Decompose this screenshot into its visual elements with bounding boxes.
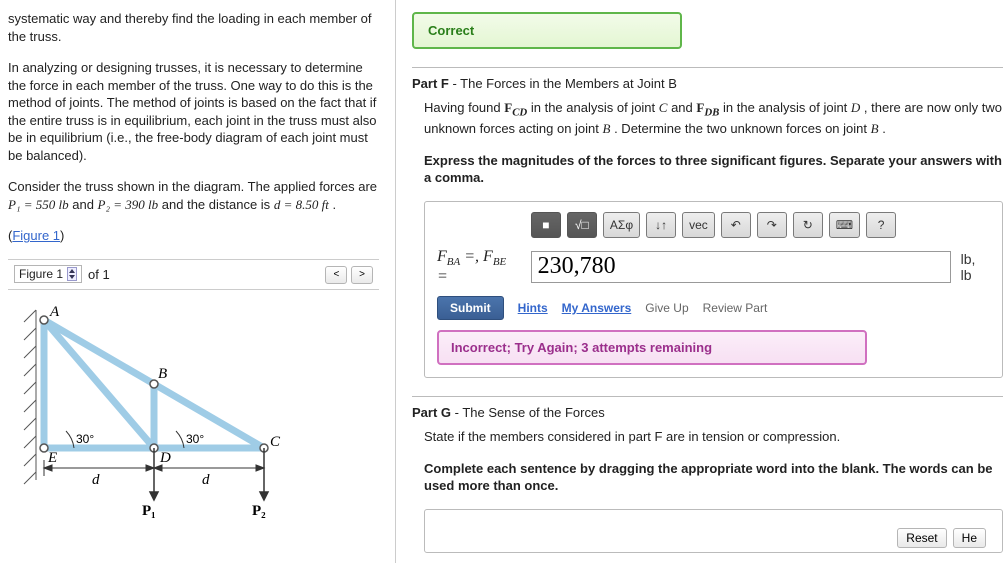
stepper-icon: [67, 267, 77, 281]
review-link[interactable]: Review Part: [703, 301, 768, 315]
pf-m5: . Determine the two unknown forces on jo…: [614, 121, 871, 136]
undo-button[interactable]: ↶: [721, 212, 751, 238]
d-sym-1: d: [92, 472, 100, 488]
intro-para-3: Consider the truss shown in the diagram.…: [8, 178, 379, 213]
greek-button[interactable]: ΑΣφ: [603, 212, 640, 238]
part-f-text: Having found FCD in the analysis of join…: [424, 99, 1003, 138]
answer-panel-g: Reset He: [424, 509, 1003, 553]
intro-para-2: In analyzing or designing trusses, it is…: [8, 59, 379, 164]
figure-select[interactable]: Figure 1: [14, 265, 82, 283]
equation-toolbar: ■ √□ ΑΣφ ↓↑ vec ↶ ↷ ↻ ⌨ ?: [437, 212, 990, 238]
reset-button[interactable]: Reset: [897, 528, 946, 548]
node-d: D: [159, 450, 171, 466]
left-panel: systematic way and thereby find the load…: [0, 0, 396, 563]
correct-feedback: Correct: [412, 12, 682, 49]
p1-sym: P₁: [142, 503, 156, 519]
template-button[interactable]: ■: [531, 212, 561, 238]
incorrect-feedback: Incorrect; Try Again; 3 attempts remaini…: [437, 330, 867, 365]
sqrt-button[interactable]: √□: [567, 212, 597, 238]
part-f-label: Part F: [412, 76, 449, 91]
scripts-button[interactable]: ↓↑: [646, 212, 676, 238]
node-e: E: [47, 450, 57, 466]
hints-link[interactable]: Hints: [518, 301, 548, 315]
angle-1: 30°: [76, 432, 94, 446]
vec-button[interactable]: vec: [682, 212, 715, 238]
p2-sym: P₂: [252, 503, 266, 519]
intro-para-1: systematic way and thereby find the load…: [8, 10, 379, 45]
my-answers-link[interactable]: My Answers: [562, 301, 632, 315]
part-g-text: State if the members considered in part …: [424, 428, 1003, 446]
help-button[interactable]: He: [953, 528, 986, 548]
para3-dot: .: [332, 197, 336, 212]
and-the: and the distance is: [162, 197, 274, 212]
answer-unit: lb, lb: [961, 251, 990, 283]
answer-actions: Submit Hints My Answers Give Up Review P…: [437, 296, 990, 320]
joint-d: D: [851, 100, 860, 115]
pf-m1: in the analysis of joint: [531, 100, 659, 115]
node-a: A: [49, 304, 60, 320]
angle-2: 30°: [186, 432, 204, 446]
joint-b: B: [603, 121, 611, 136]
part-f-heading: Part F - The Forces in the Members at Jo…: [412, 76, 1003, 91]
node-c: C: [270, 434, 281, 450]
giveup-link[interactable]: Give Up: [645, 301, 688, 315]
figure-pager: Figure 1 of 1 < >: [8, 259, 379, 290]
figure-select-label: Figure 1: [19, 267, 63, 281]
joint-b-2: B: [871, 121, 879, 136]
p2-value: P₂ = 390 lb: [98, 197, 159, 212]
para3-pre: Consider the truss shown in the diagram.…: [8, 179, 377, 194]
node-b: B: [158, 366, 167, 382]
figure-link[interactable]: Figure 1: [12, 228, 60, 243]
figure-next-button[interactable]: >: [351, 266, 373, 284]
part-f-title: The Forces in the Members at Joint B: [460, 76, 677, 91]
d-sym-2: d: [202, 472, 210, 488]
truss-diagram: A B C D E d d P₁ P₂ 30° 30°: [14, 300, 284, 535]
part-g-instruction: Complete each sentence by dragging the a…: [424, 460, 1003, 495]
answer-row: FBA =, FBE = lb, lb: [437, 248, 990, 286]
part-f-instruction: Express the magnitudes of the forces to …: [424, 152, 1003, 187]
d-value: d = 8.50 ft: [274, 197, 329, 212]
part-g-heading: Part G - The Sense of the Forces: [412, 405, 1003, 420]
figure-prev-button[interactable]: <: [325, 266, 347, 284]
part-g-label: Part G: [412, 405, 451, 420]
clear-button[interactable]: ↻: [793, 212, 823, 238]
fcd-sym: FCD: [504, 100, 527, 115]
pf-end: .: [882, 121, 886, 136]
pf-m3: in the analysis of joint: [723, 100, 851, 115]
pf-pre: Having found: [424, 100, 504, 115]
figure-of: of 1: [88, 267, 110, 282]
part-g-title: The Sense of the Forces: [462, 405, 604, 420]
answer-panel-f: ■ √□ ΑΣφ ↓↑ vec ↶ ↷ ↻ ⌨ ? FBA =, FBE =: [424, 201, 1003, 378]
answer-input[interactable]: [531, 251, 951, 283]
pf-m2: and: [671, 100, 696, 115]
joint-c: C: [659, 100, 668, 115]
fdb-sym: FDB: [696, 100, 719, 115]
p1-value: P₁ = 550 lb: [8, 197, 69, 212]
figure-area: A B C D E d d P₁ P₂ 30° 30°: [8, 290, 379, 550]
submit-button[interactable]: Submit: [437, 296, 504, 320]
toolbar-help-button[interactable]: ?: [866, 212, 896, 238]
answer-prefix: FBA =, FBE =: [437, 248, 521, 286]
keyboard-button[interactable]: ⌨: [829, 212, 860, 238]
redo-button[interactable]: ↷: [757, 212, 787, 238]
and-word: and: [72, 197, 97, 212]
right-panel: Correct Part F - The Forces in the Membe…: [396, 0, 1003, 563]
